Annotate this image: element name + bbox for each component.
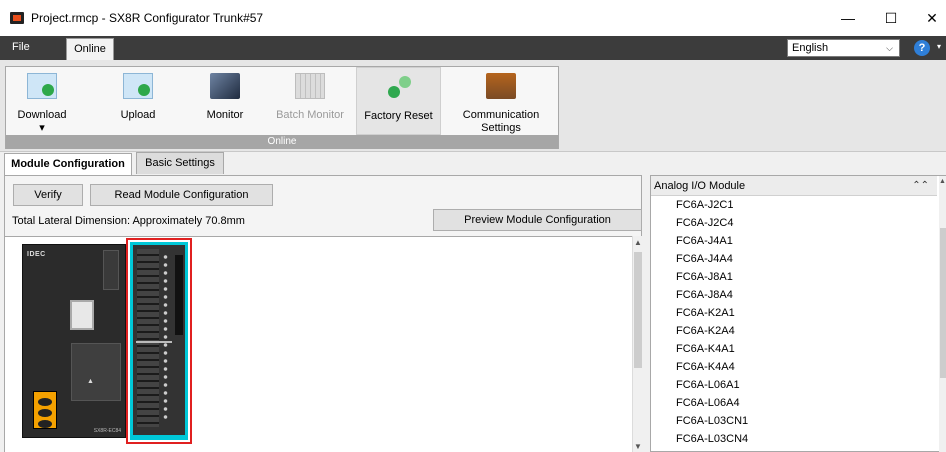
list-item[interactable]: FC6A-J4A4 — [651, 250, 937, 268]
monitor-button[interactable]: Monitor — [191, 67, 259, 135]
list-item[interactable]: FC6A-J4A1 — [651, 232, 937, 250]
list-group-title: Analog I/O Module — [654, 180, 746, 192]
ethernet-port — [70, 300, 94, 330]
cpu-cover-panel — [71, 343, 121, 401]
language-select[interactable]: English ⌵ — [787, 39, 900, 57]
list-item[interactable]: FC6A-L03CN4 — [651, 430, 937, 448]
title-bar: Project.rmcp - SX8R Configurator Trunk#5… — [0, 0, 946, 36]
factory-reset-label: Factory Reset — [364, 110, 433, 122]
scroll-up-icon[interactable]: ▲ — [634, 238, 642, 247]
batch-monitor-button[interactable]: Batch Monitor — [270, 67, 350, 135]
terminal-screws — [162, 253, 169, 423]
chevron-down-icon: ⌵ — [886, 43, 893, 53]
cpu-model-label: SX8R-EC84 — [93, 428, 121, 434]
list-item[interactable]: FC6A-L06A1 — [651, 376, 937, 394]
cpu-logo: IDEC — [27, 251, 46, 258]
list-item[interactable]: FC6A-L06A4 — [651, 394, 937, 412]
help-icon[interactable]: ? — [914, 40, 930, 56]
module-divider — [136, 341, 172, 343]
communication-settings-icon — [486, 73, 516, 99]
list-item[interactable]: FC6A-K4A4 — [651, 358, 937, 376]
verify-button[interactable]: Verify — [13, 184, 83, 206]
list-item[interactable]: FC6A-K2A1 — [651, 304, 937, 322]
communication-settings-label: Communication Settings — [462, 109, 540, 134]
batch-monitor-label: Batch Monitor — [276, 109, 344, 121]
list-item[interactable]: FC6A-L03CN1 — [651, 412, 937, 430]
module-list: FC6A-J2C1 FC6A-J2C4 FC6A-J4A1 FC6A-J4A4 … — [651, 196, 937, 448]
scroll-thumb[interactable] — [634, 252, 642, 368]
language-value: English — [792, 42, 829, 54]
list-item[interactable]: FC6A-K2A4 — [651, 322, 937, 340]
list-item[interactable]: FC6A-K4A1 — [651, 340, 937, 358]
module-configuration-panel: Verify Read Module Configuration Total L… — [4, 175, 643, 452]
terminal-block — [137, 249, 159, 427]
list-item[interactable]: FC6A-J8A1 — [651, 268, 937, 286]
download-icon — [27, 73, 57, 99]
batch-monitor-icon — [295, 73, 325, 99]
analog-module[interactable] — [133, 245, 185, 435]
terminal-hole-icon — [38, 409, 52, 417]
canvas-vertical-scrollbar[interactable]: ▲ ▼ — [632, 236, 643, 452]
maximize-button[interactable]: ☐ — [871, 0, 911, 36]
cpu-arrow-icon: ▲ — [87, 378, 94, 385]
ribbon-online-group: Download ▾ Upload Monitor Batch Monitor F… — [5, 66, 559, 149]
menu-bar: File Online English ⌵ ? ▾ — [0, 36, 946, 60]
factory-reset-icon — [384, 74, 414, 100]
upload-button[interactable]: Upload — [104, 67, 172, 135]
communication-settings-button[interactable]: Communication Settings — [452, 67, 550, 135]
list-item[interactable]: FC6A-J2C1 — [651, 196, 937, 214]
module-label-strip — [175, 255, 183, 335]
monitor-icon — [210, 73, 240, 99]
preview-module-configuration-button[interactable]: Preview Module Configuration — [433, 209, 642, 231]
menu-online[interactable]: Online — [66, 38, 114, 60]
download-button[interactable]: Download ▾ — [8, 67, 76, 135]
tab-basic-settings[interactable]: Basic Settings — [136, 152, 224, 174]
cpu-led-panel — [103, 250, 119, 290]
selected-module-fill — [130, 242, 188, 440]
close-button[interactable]: ✕ — [912, 0, 946, 36]
minimize-button[interactable]: — — [828, 0, 868, 36]
menu-file[interactable]: File — [12, 41, 30, 53]
list-vertical-scrollbar[interactable]: ▲ — [939, 176, 946, 452]
cpu-module[interactable]: IDEC ▲ SX8R-EC84 — [22, 244, 126, 438]
terminal-hole-icon — [38, 398, 52, 406]
download-label: Download ▾ — [17, 109, 67, 134]
list-item[interactable]: FC6A-J2C4 — [651, 214, 937, 232]
collapse-icon[interactable]: ⌃⌃ — [912, 176, 929, 196]
ribbon-group-label: Online — [6, 135, 558, 149]
scroll-thumb[interactable] — [940, 228, 946, 378]
scroll-up-icon[interactable]: ▲ — [939, 178, 946, 185]
module-canvas[interactable]: IDEC ▲ SX8R-EC84 — [5, 236, 632, 452]
cpu-terminal-connector — [33, 391, 57, 429]
module-list-panel: Analog I/O Module ⌃⌃ FC6A-J2C1 FC6A-J2C4… — [650, 175, 946, 452]
tab-module-configuration[interactable]: Module Configuration — [4, 153, 132, 176]
monitor-label: Monitor — [206, 109, 244, 121]
scroll-down-icon[interactable]: ▼ — [634, 442, 642, 451]
read-module-configuration-button[interactable]: Read Module Configuration — [90, 184, 273, 206]
app-icon — [10, 12, 24, 24]
selected-module-highlight[interactable] — [126, 238, 192, 444]
list-group-header[interactable]: Analog I/O Module ⌃⌃ — [651, 176, 937, 196]
window-title: Project.rmcp - SX8R Configurator Trunk#5… — [31, 11, 264, 25]
total-lateral-dimension: Total Lateral Dimension: Approximately 7… — [12, 215, 245, 227]
upload-label: Upload — [120, 109, 156, 121]
upload-icon — [123, 73, 153, 99]
terminal-hole-icon — [38, 420, 52, 428]
factory-reset-button[interactable]: Factory Reset — [356, 67, 441, 135]
help-caret-icon[interactable]: ▾ — [937, 42, 941, 51]
list-item[interactable]: FC6A-J8A4 — [651, 286, 937, 304]
